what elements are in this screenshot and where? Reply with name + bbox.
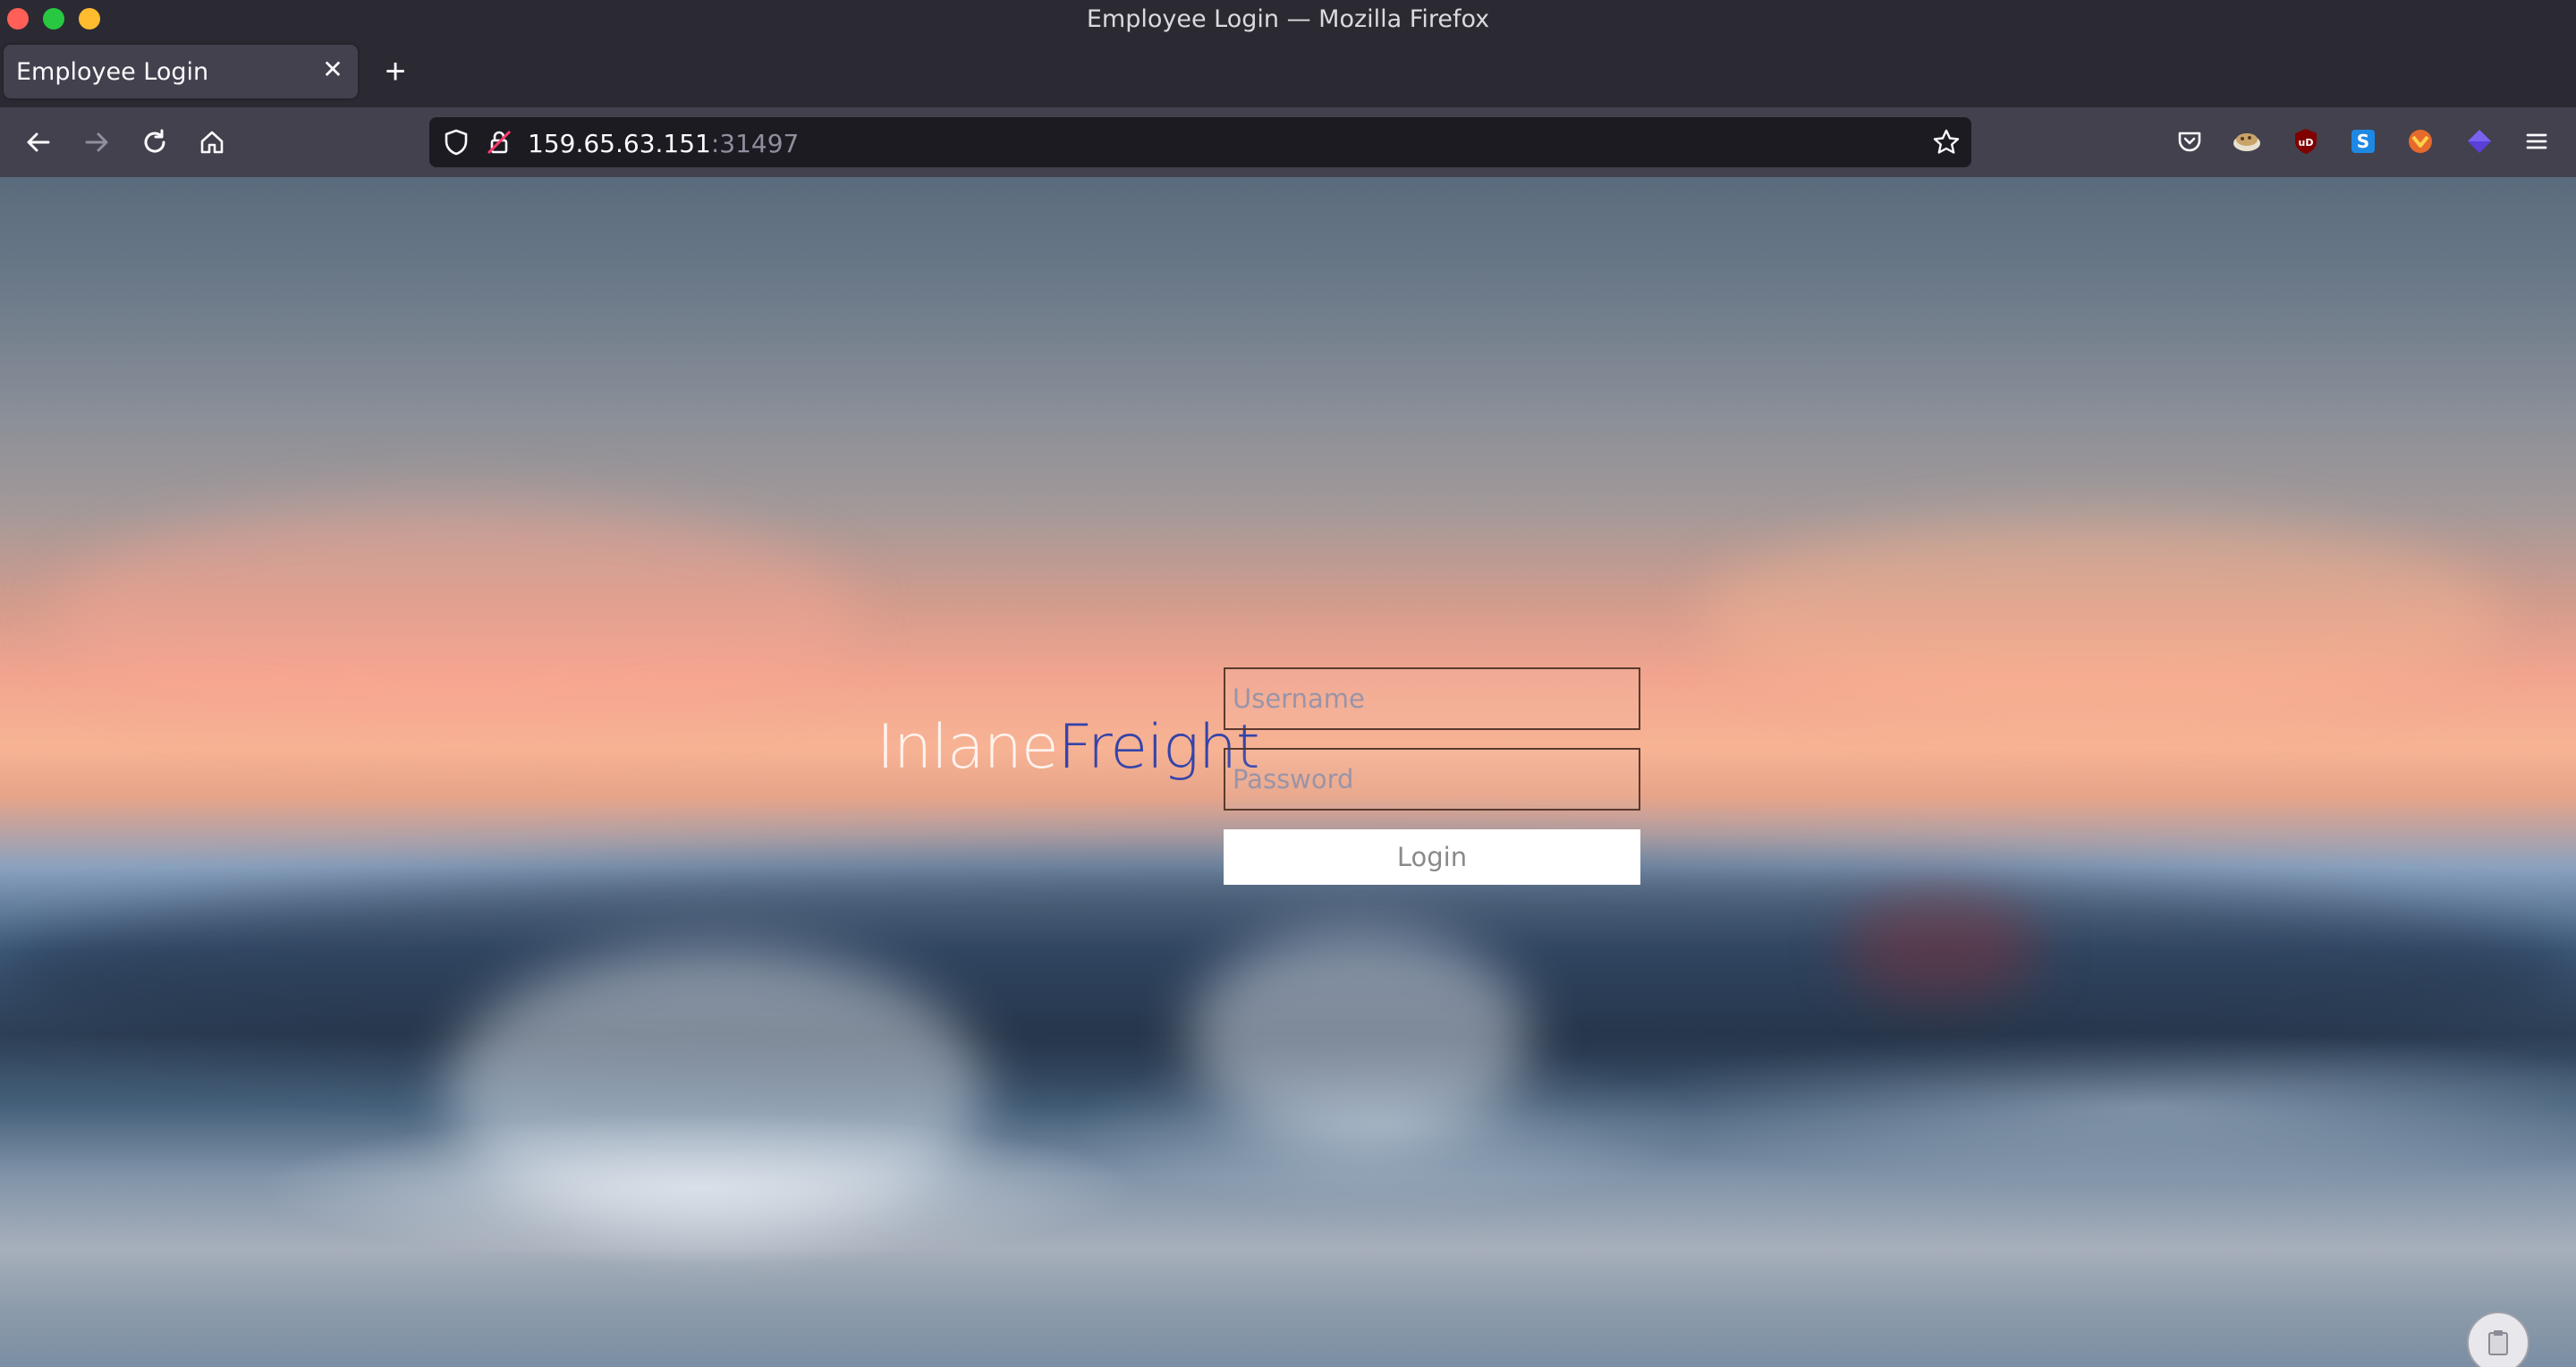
url-port: :31497 [710,129,800,158]
tab-employee-login[interactable]: Employee Login ✕ [4,45,358,98]
svg-text:S: S [2357,131,2369,152]
window-title: Employee Login — Mozilla Firefox [1086,5,1490,33]
forward-arrow-icon[interactable] [76,122,117,163]
tab-close-icon[interactable]: ✕ [318,55,347,84]
s-extension-icon[interactable]: S [2345,123,2381,159]
url-host: 159.65.63.151 [528,129,711,158]
ublock-icon[interactable]: uD [2288,123,2324,159]
url-bar[interactable]: 159.65.63.151:31497 [429,117,1971,167]
page-content: InlaneFreight Login [0,177,2576,1367]
svg-text:uD: uD [2299,137,2314,149]
login-button[interactable]: Login [1224,829,1640,885]
home-icon[interactable] [191,122,233,163]
password-input[interactable] [1224,748,1640,811]
pocket-icon[interactable] [2172,123,2207,159]
back-arrow-icon[interactable] [18,122,59,163]
menu-hamburger-icon[interactable] [2519,123,2555,159]
tracking-shield-icon[interactable] [442,128,470,157]
tab-strip: Employee Login ✕ + [0,39,2576,107]
username-input[interactable] [1224,667,1640,730]
clipboard-icon[interactable] [2467,1312,2529,1367]
tab-title: Employee Login [16,58,209,86]
wappalyzer-icon[interactable] [2402,123,2438,159]
bookmark-star-icon[interactable] [1932,128,1961,157]
title-bar: Employee Login — Mozilla Firefox [0,0,2576,39]
navigation-toolbar: 159.65.63.151:31497 uD S [0,107,2576,177]
cookie-icon[interactable] [2229,123,2265,159]
url-text: 159.65.63.151:31497 [528,129,799,158]
inlane-freight-logo: InlaneFreight [877,712,1260,783]
insecure-lock-icon[interactable] [485,128,513,157]
browser-window: Employee Login — Mozilla Firefox Employe… [0,0,2576,1367]
new-tab-button[interactable]: + [376,52,415,91]
reload-icon[interactable] [134,122,175,163]
purple-extension-icon[interactable] [2462,123,2497,159]
